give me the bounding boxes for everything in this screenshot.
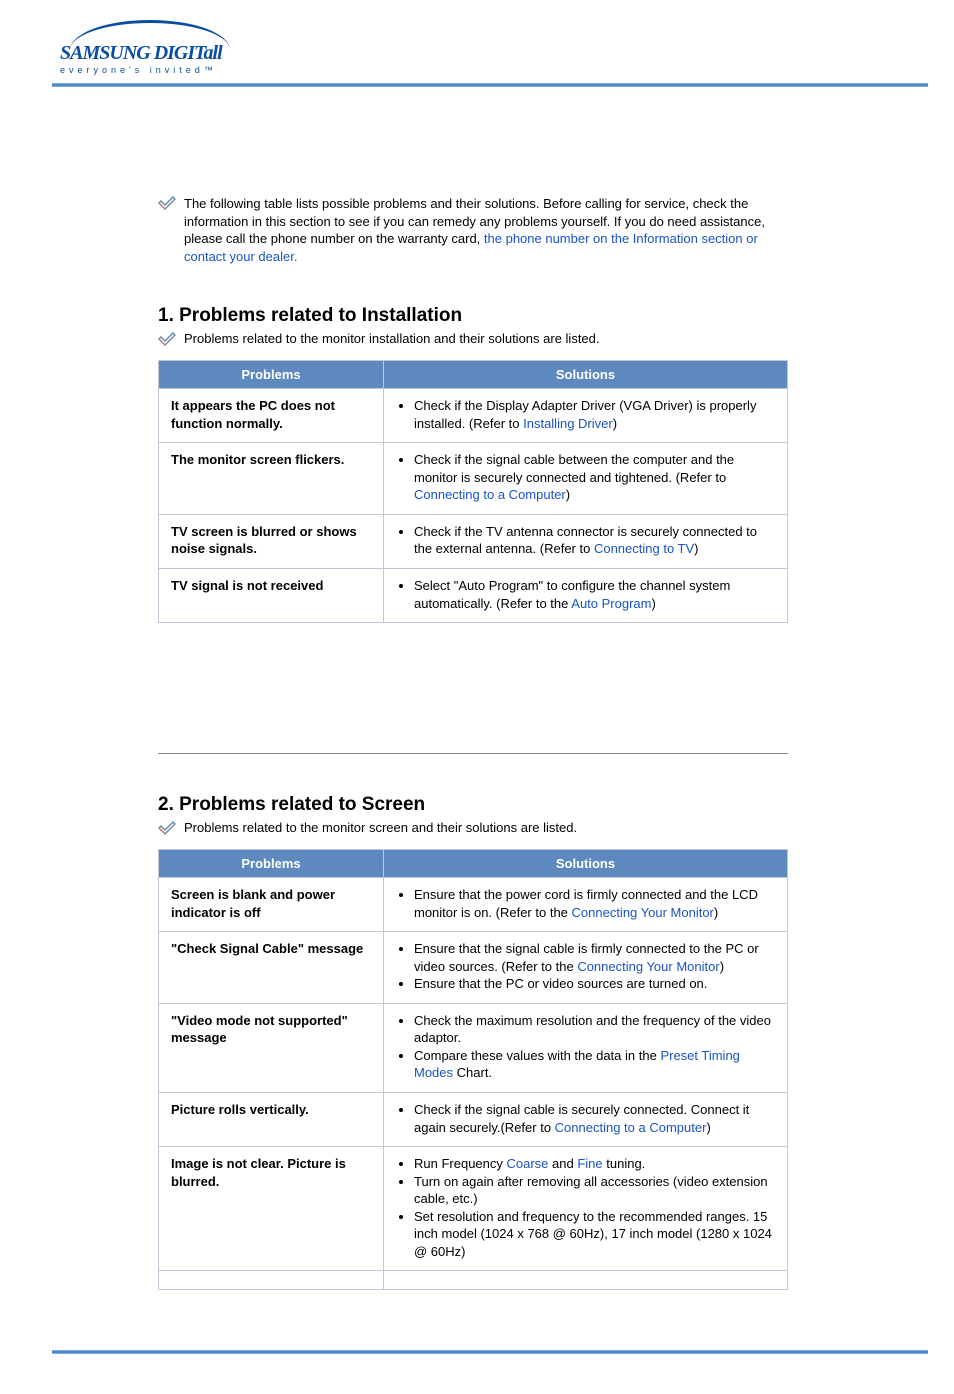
table-row: Picture rolls vertically. Check if the s… — [159, 1093, 788, 1147]
table-row: TV screen is blurred or shows noise sign… — [159, 514, 788, 568]
problem-cell: TV screen is blurred or shows noise sign… — [159, 514, 384, 568]
solution-text: Check if the TV antenna connector is sec… — [414, 524, 757, 557]
problem-cell: TV signal is not received — [159, 569, 384, 623]
main-content: The following table lists possible probl… — [158, 195, 788, 1290]
problem-cell: It appears the PC does not function norm… — [159, 389, 384, 443]
solution-item: Check if the signal cable between the co… — [414, 451, 775, 504]
connecting-monitor-link[interactable]: Connecting Your Monitor — [577, 959, 719, 974]
auto-program-link[interactable]: Auto Program — [571, 596, 651, 611]
solution-text-post: tuning. — [603, 1156, 646, 1171]
table-row: "Check Signal Cable" message Ensure that… — [159, 932, 788, 1004]
solution-text-post: ) — [720, 959, 724, 974]
solution-text: Run Frequency — [414, 1156, 507, 1171]
problem-cell: Screen is blank and power indicator is o… — [159, 878, 384, 932]
solution-text: Set resolution and frequency to the reco… — [414, 1209, 772, 1259]
col-solutions: Solutions — [384, 361, 788, 389]
solution-text: Check the maximum resolution and the fre… — [414, 1013, 771, 1046]
problem-cell: The monitor screen flickers. — [159, 443, 384, 515]
solution-item: Compare these values with the data in th… — [414, 1047, 775, 1082]
solution-item: Set resolution and frequency to the reco… — [414, 1208, 775, 1261]
section1-table: Problems Solutions It appears the PC doe… — [158, 360, 788, 623]
solution-text-post: ) — [714, 905, 718, 920]
problem-cell — [159, 1271, 384, 1290]
brand-tagline: everyone's invited™ — [60, 65, 217, 75]
problem-cell: Picture rolls vertically. — [159, 1093, 384, 1147]
table-row: It appears the PC does not function norm… — [159, 389, 788, 443]
solution-cell: Run Frequency Coarse and Fine tuning. Tu… — [384, 1147, 788, 1271]
solution-text: Ensure that the PC or video sources are … — [414, 976, 707, 991]
check-icon — [158, 196, 178, 212]
installing-driver-link[interactable]: Installing Driver — [523, 416, 613, 431]
problem-cell: "Video mode not supported" message — [159, 1003, 384, 1092]
coarse-link[interactable]: Coarse — [507, 1156, 549, 1171]
connecting-tv-link[interactable]: Connecting to TV — [594, 541, 694, 556]
solution-text-post: Chart. — [453, 1065, 492, 1080]
nav-band-right — [482, 87, 928, 151]
solution-item: Ensure that the power cord is firmly con… — [414, 886, 775, 921]
solution-cell: Ensure that the signal cable is firmly c… — [384, 932, 788, 1004]
solution-item: Ensure that the PC or video sources are … — [414, 975, 775, 993]
section1-heading: 1. Problems related to Installation — [158, 305, 788, 327]
table-row: TV signal is not received Select "Auto P… — [159, 569, 788, 623]
intro-text: The following table lists possible probl… — [184, 195, 788, 265]
problem-cell: "Check Signal Cable" message — [159, 932, 384, 1004]
section-divider — [158, 753, 788, 754]
solution-item: Check if the Display Adapter Driver (VGA… — [414, 397, 775, 432]
table-row: The monitor screen flickers. Check if th… — [159, 443, 788, 515]
check-icon — [158, 332, 178, 348]
solution-text-post: ) — [651, 596, 655, 611]
header-logo-area: SAMSUNG DIGITall everyone's invited™ — [0, 0, 954, 83]
solution-text-post: ) — [694, 541, 698, 556]
nav-band-left — [52, 87, 482, 151]
section2-table: Problems Solutions Screen is blank and p… — [158, 849, 788, 1290]
solution-text-post: ) — [613, 416, 617, 431]
solution-cell: Check if the signal cable is securely co… — [384, 1093, 788, 1147]
table-row: "Video mode not supported" message Check… — [159, 1003, 788, 1092]
solution-cell: Check if the signal cable between the co… — [384, 443, 788, 515]
nav-band — [52, 87, 928, 151]
col-problems: Problems — [159, 850, 384, 878]
solution-cell: Ensure that the power cord is firmly con… — [384, 878, 788, 932]
brand-main-italic: all — [204, 42, 222, 64]
table-row: Screen is blank and power indicator is o… — [159, 878, 788, 932]
solution-cell — [384, 1271, 788, 1290]
connecting-monitor-link[interactable]: Connecting Your Monitor — [572, 905, 714, 920]
solution-item: Run Frequency Coarse and Fine tuning. — [414, 1155, 775, 1173]
solution-item: Check if the TV antenna connector is sec… — [414, 523, 775, 558]
solution-item: Check if the signal cable is securely co… — [414, 1101, 775, 1136]
solution-text: Check if the signal cable between the co… — [414, 452, 734, 485]
section2-sub-text: Problems related to the monitor screen a… — [184, 820, 577, 835]
connecting-computer-link[interactable]: Connecting to a Computer — [555, 1120, 707, 1135]
solution-item: Check the maximum resolution and the fre… — [414, 1012, 775, 1047]
col-solutions: Solutions — [384, 850, 788, 878]
intro-block: The following table lists possible probl… — [158, 195, 788, 265]
solution-cell: Check the maximum resolution and the fre… — [384, 1003, 788, 1092]
solution-text-mid: and — [548, 1156, 577, 1171]
connecting-computer-link[interactable]: Connecting to a Computer — [414, 487, 566, 502]
section2-heading: 2. Problems related to Screen — [158, 794, 788, 816]
solution-text: Turn on again after removing all accesso… — [414, 1174, 768, 1207]
section2-sub: Problems related to the monitor screen a… — [158, 820, 788, 837]
solution-cell: Select "Auto Program" to configure the c… — [384, 569, 788, 623]
table-row: Image is not clear. Picture is blurred. … — [159, 1147, 788, 1271]
brand-name: SAMSUNG DIGITall — [60, 42, 222, 65]
solution-text-post: ) — [566, 487, 570, 502]
brand-logo: SAMSUNG DIGITall everyone's invited™ — [60, 20, 250, 75]
solution-cell: Check if the TV antenna connector is sec… — [384, 514, 788, 568]
solution-text-post: ) — [706, 1120, 710, 1135]
section1-sub: Problems related to the monitor installa… — [158, 331, 788, 348]
problem-cell: Image is not clear. Picture is blurred. — [159, 1147, 384, 1271]
brand-main: SAMSUNG DIGIT — [60, 42, 204, 64]
col-problems: Problems — [159, 361, 384, 389]
solution-item: Turn on again after removing all accesso… — [414, 1173, 775, 1208]
section1-sub-text: Problems related to the monitor installa… — [184, 331, 600, 346]
solution-text: Compare these values with the data in th… — [414, 1048, 660, 1063]
check-icon — [158, 821, 178, 837]
solution-cell: Check if the Display Adapter Driver (VGA… — [384, 389, 788, 443]
fine-link[interactable]: Fine — [577, 1156, 602, 1171]
solution-item: Select "Auto Program" to configure the c… — [414, 577, 775, 612]
table-row — [159, 1271, 788, 1290]
solution-item: Ensure that the signal cable is firmly c… — [414, 940, 775, 975]
